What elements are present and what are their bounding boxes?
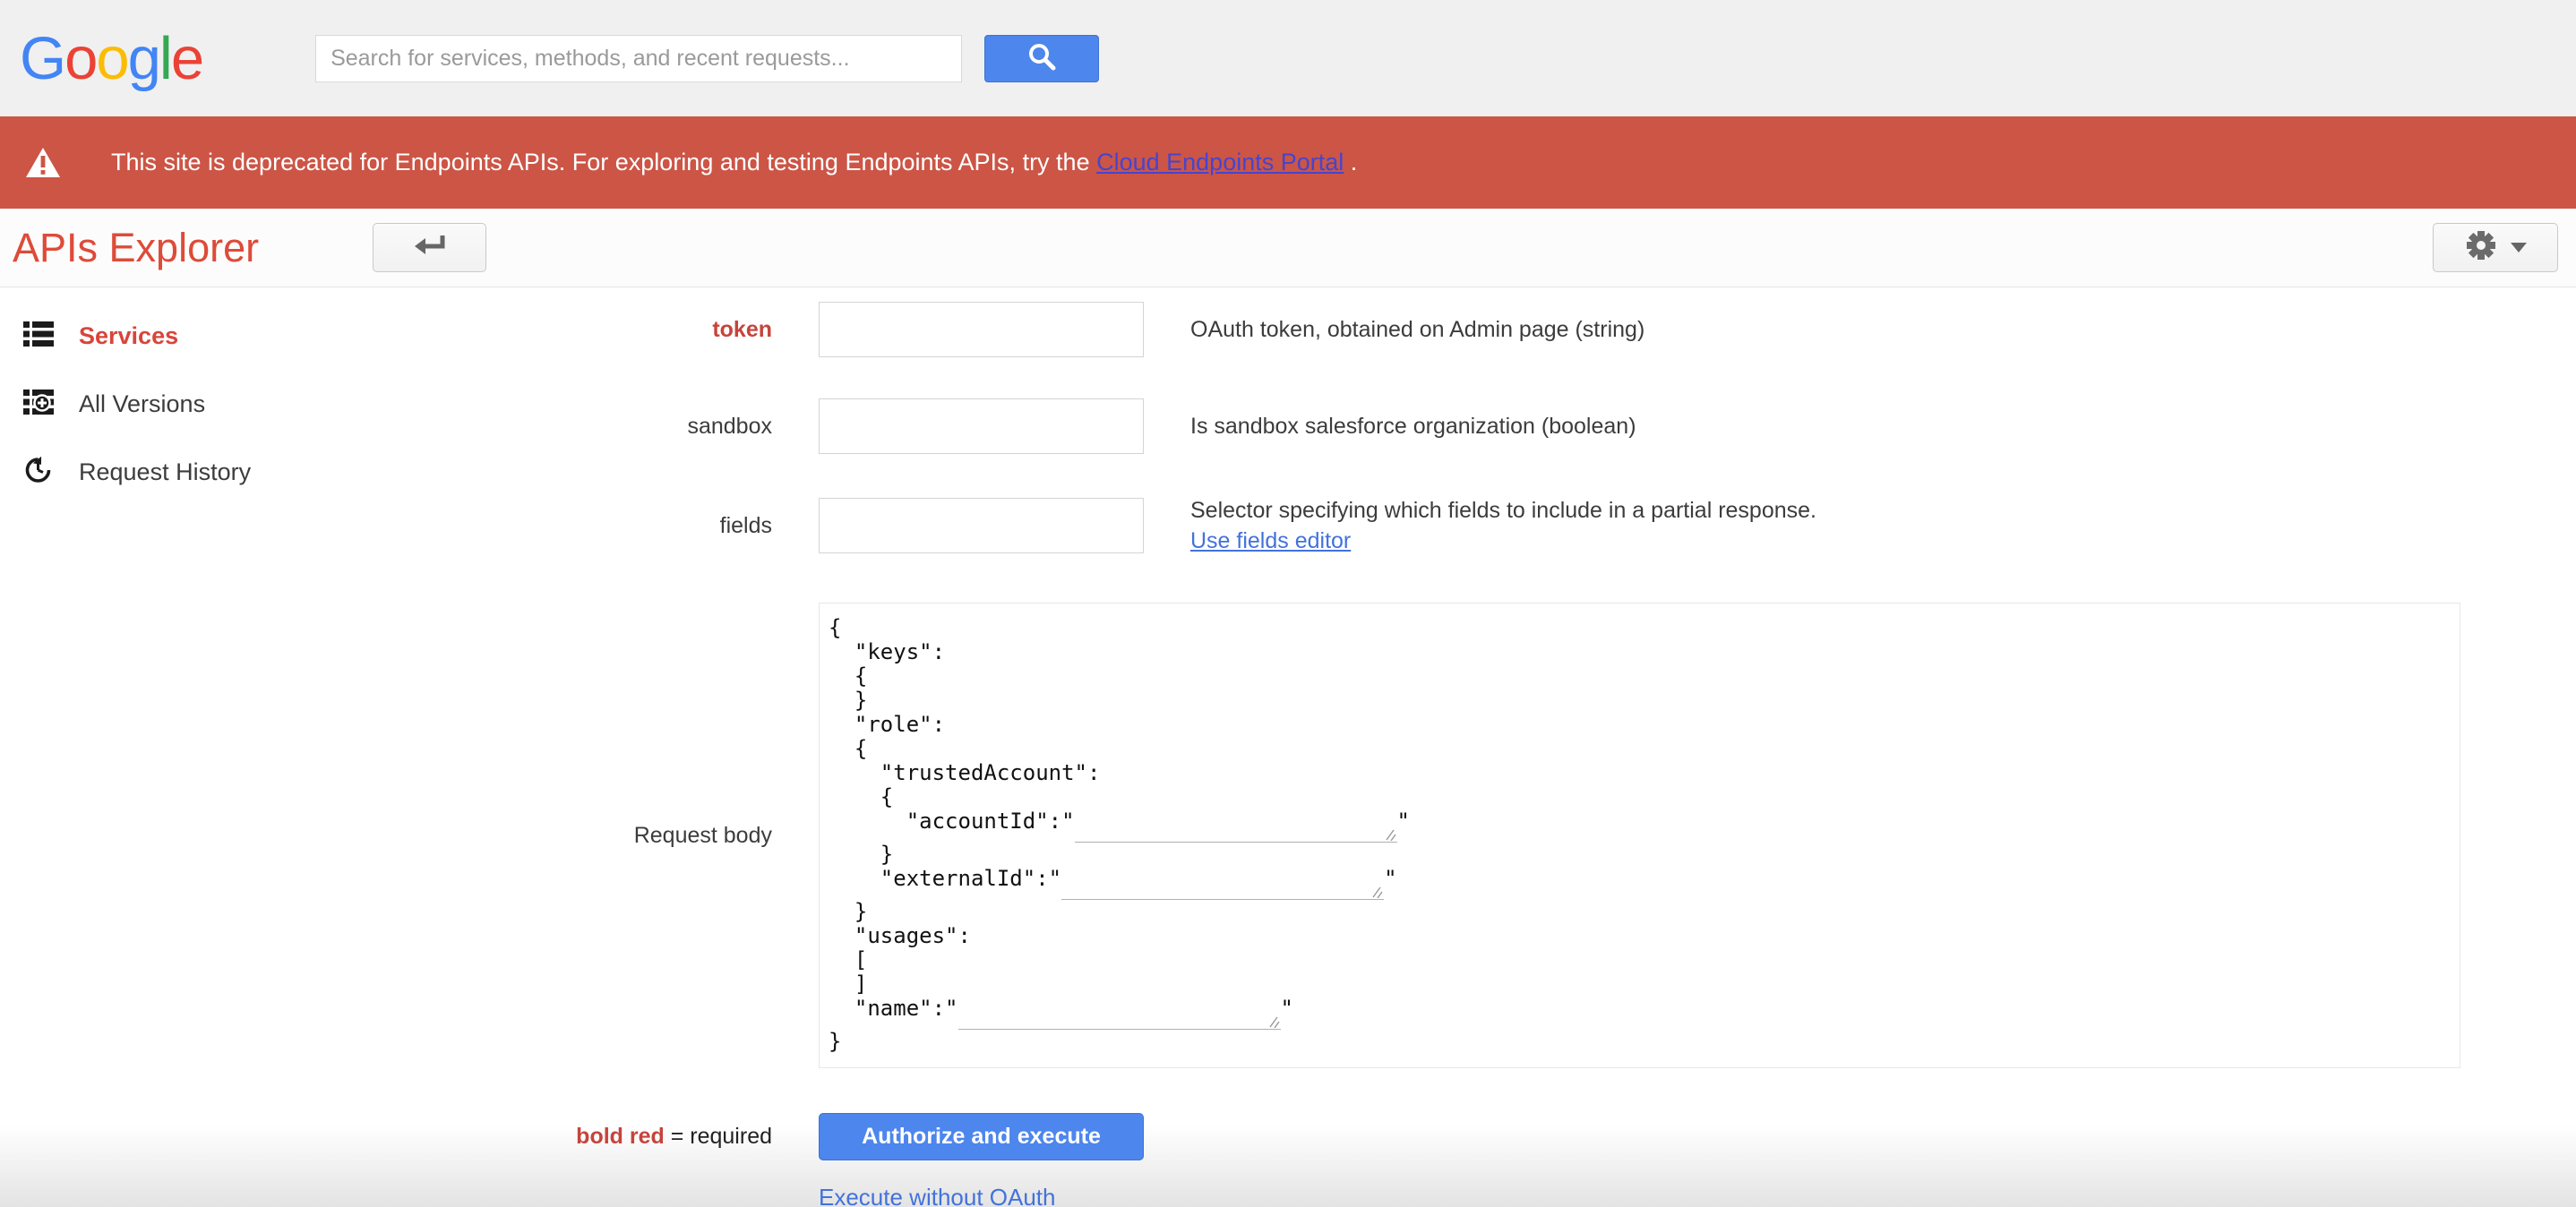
fields-input[interactable] xyxy=(819,498,1144,553)
form-row-sandbox: sandbox Is sandbox salesforce organizati… xyxy=(0,398,2576,454)
fields-label: fields xyxy=(0,513,772,539)
json-line: { xyxy=(829,664,2460,689)
cloud-endpoints-portal-link[interactable]: Cloud Endpoints Portal xyxy=(1096,149,1344,175)
json-line: } xyxy=(829,900,2460,924)
json-line: { xyxy=(829,737,2460,761)
json-text: } xyxy=(829,842,893,867)
legend-rest: = required xyxy=(665,1124,772,1149)
token-label: token xyxy=(0,317,772,343)
deprecation-message: This site is deprecated for Endpoints AP… xyxy=(111,149,1357,176)
logo-letter: o xyxy=(96,25,127,92)
page-title: APIs Explorer xyxy=(13,225,259,271)
logo-letter: g xyxy=(128,25,159,92)
form-row-fields: fields Selector specifying which fields … xyxy=(0,495,2576,556)
settings-button[interactable] xyxy=(2433,223,2558,272)
json-text: { xyxy=(829,663,867,689)
search-button[interactable] xyxy=(984,35,1099,82)
json-line-externalId: "externalId":" " xyxy=(829,867,2460,900)
legend-bold-red: bold red xyxy=(576,1124,665,1149)
json-line: } xyxy=(829,1030,2460,1054)
json-line-accountId: "accountId":" " xyxy=(829,809,2460,843)
json-line: "trustedAccount": xyxy=(829,761,2460,785)
back-arrow-icon xyxy=(412,229,448,266)
resize-grip-icon xyxy=(1369,884,1383,898)
fields-description-text: Selector specifying which fields to incl… xyxy=(1190,495,2576,526)
logo-letter: e xyxy=(171,25,202,92)
execute-without-oauth-row: Execute without OAuth xyxy=(0,1184,2576,1207)
json-text: "accountId":" xyxy=(829,809,1075,834)
required-legend: bold red = required xyxy=(0,1124,772,1150)
logo-letter: o xyxy=(64,25,96,92)
sandbox-label: sandbox xyxy=(0,414,772,440)
top-header: Google xyxy=(0,0,2576,116)
json-text: [ xyxy=(829,947,867,972)
gear-icon xyxy=(2464,228,2498,267)
deprecation-text: This site is deprecated for Endpoints AP… xyxy=(111,149,1096,175)
sandbox-description: Is sandbox salesforce organization (bool… xyxy=(1190,411,2576,441)
caret-down-icon xyxy=(2511,243,2527,253)
token-input[interactable] xyxy=(819,302,1144,357)
json-text: "role": xyxy=(829,712,945,737)
back-button[interactable] xyxy=(373,223,486,272)
json-line: } xyxy=(829,689,2460,713)
json-line: { xyxy=(829,785,2460,809)
json-line: "usages": xyxy=(829,924,2460,948)
deprecation-banner: This site is deprecated for Endpoints AP… xyxy=(0,116,2576,209)
main-content: Services All Versions xyxy=(0,287,2576,1207)
json-line: [ xyxy=(829,948,2460,972)
form-row-token: token OAuth token, obtained on Admin pag… xyxy=(0,302,2576,357)
request-body-label: Request body xyxy=(0,823,772,849)
warning-icon xyxy=(25,147,61,179)
json-text: { xyxy=(829,615,841,640)
json-text: "trustedAccount": xyxy=(829,760,1100,785)
title-bar: APIs Explorer xyxy=(0,209,2576,287)
json-line: ] xyxy=(829,972,2460,997)
json-line: { xyxy=(829,616,2460,640)
search-icon xyxy=(1026,40,1058,77)
logo-letter: G xyxy=(20,25,64,92)
search-input[interactable] xyxy=(315,35,962,82)
json-text: { xyxy=(829,736,867,761)
json-text: " xyxy=(1384,866,1396,891)
json-text: "usages": xyxy=(829,923,971,948)
externalId-value-input[interactable] xyxy=(1061,869,1384,900)
json-line: } xyxy=(829,843,2460,867)
json-text: " xyxy=(1281,996,1293,1021)
use-fields-editor-link[interactable]: Use fields editor xyxy=(1190,528,1351,553)
json-line-name: "name":" " xyxy=(829,997,2460,1030)
resize-grip-icon xyxy=(1266,1014,1280,1028)
json-text: { xyxy=(829,784,893,809)
json-text: } xyxy=(829,899,867,924)
json-text: " xyxy=(1397,809,1410,834)
request-body-row: Request body { "keys": { } "role": { "tr… xyxy=(0,603,2576,1068)
execute-without-oauth-link[interactable]: Execute without OAuth xyxy=(819,1184,1055,1207)
deprecation-text-after: . xyxy=(1344,149,1357,175)
json-line: "keys": xyxy=(829,640,2460,664)
accountId-value-input[interactable] xyxy=(1075,812,1397,843)
google-logo: Google xyxy=(20,29,202,89)
request-body-editor[interactable]: { "keys": { } "role": { "trustedAccount"… xyxy=(819,603,2460,1068)
json-text: } xyxy=(829,688,867,713)
footer-action-row: bold red = required Authorize and execut… xyxy=(0,1113,2576,1160)
json-text: ] xyxy=(829,972,867,997)
json-text: } xyxy=(829,1029,841,1054)
fields-description: Selector specifying which fields to incl… xyxy=(1190,495,2576,556)
resize-grip-icon xyxy=(1382,826,1396,841)
authorize-and-execute-button[interactable]: Authorize and execute xyxy=(819,1113,1144,1160)
name-value-input[interactable] xyxy=(958,999,1281,1030)
json-text: "externalId":" xyxy=(829,866,1061,891)
json-line: "role": xyxy=(829,713,2460,737)
sandbox-input[interactable] xyxy=(819,398,1144,454)
token-description: OAuth token, obtained on Admin page (str… xyxy=(1190,314,2576,345)
logo-letter: l xyxy=(159,25,171,92)
method-form: token OAuth token, obtained on Admin pag… xyxy=(0,287,2576,1207)
json-text: "name":" xyxy=(829,996,958,1021)
json-text: "keys": xyxy=(829,639,945,664)
